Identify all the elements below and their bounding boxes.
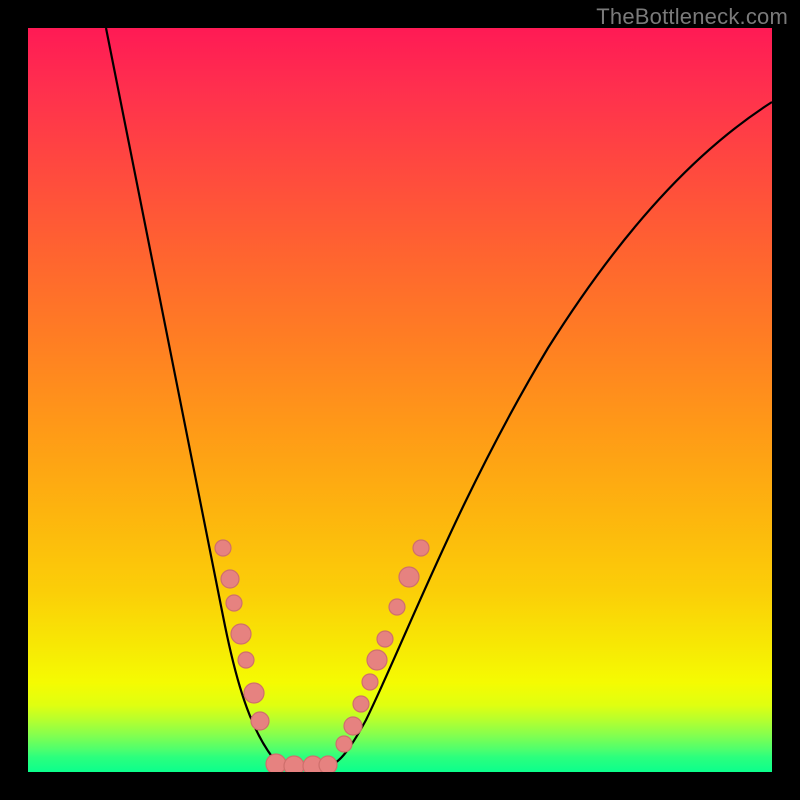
chart-frame: TheBottleneck.com (0, 0, 800, 800)
bottom-dot-2 (284, 756, 304, 772)
right-curve (328, 102, 772, 766)
left-dot-4 (231, 624, 251, 644)
left-dot-5 (238, 652, 254, 668)
right-dot-9 (413, 540, 429, 556)
right-dot-6 (377, 631, 393, 647)
right-dot-8 (399, 567, 419, 587)
marker-group (215, 540, 429, 772)
curve-svg (28, 28, 772, 772)
left-curve (106, 28, 288, 766)
bottom-dot-4 (319, 756, 337, 772)
left-dot-2 (221, 570, 239, 588)
plot-area (28, 28, 772, 772)
right-dot-2 (344, 717, 362, 735)
right-dot-1 (336, 736, 352, 752)
watermark-text: TheBottleneck.com (596, 4, 788, 30)
left-dot-6 (244, 683, 264, 703)
right-dot-5 (367, 650, 387, 670)
left-dot-7 (251, 712, 269, 730)
left-dot-3 (226, 595, 242, 611)
right-dot-4 (362, 674, 378, 690)
right-dot-7 (389, 599, 405, 615)
right-dot-3 (353, 696, 369, 712)
bottom-dot-1 (266, 754, 286, 772)
left-dot-1 (215, 540, 231, 556)
